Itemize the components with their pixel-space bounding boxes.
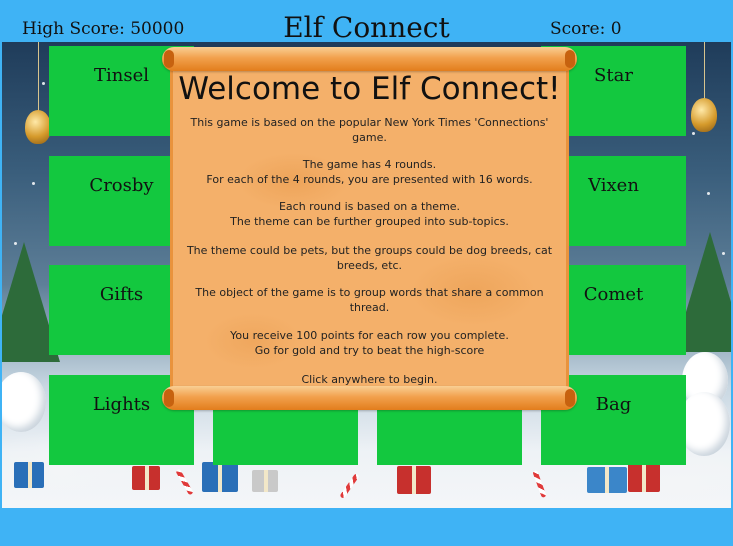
modal-rounds-detail-text: For each of the 4 rounds, you are presen… — [206, 173, 533, 186]
bottom-bar — [0, 508, 733, 546]
ornament-lantern — [25, 110, 51, 144]
gift-icon — [132, 466, 160, 490]
score-label: Score: 0 — [550, 19, 622, 39]
gift-icon — [252, 470, 278, 492]
top-bar: High Score: 50000 Elf Connect Score: 0 — [0, 0, 733, 44]
modal-objective-text: The object of the game is to group words… — [195, 286, 544, 314]
gift-icon — [14, 462, 44, 488]
modal-points-text: You receive 100 points for each row you … — [230, 329, 509, 342]
modal-title: Welcome to Elf Connect! — [178, 71, 561, 107]
gift-icon — [587, 467, 627, 493]
ornament-lantern — [691, 98, 717, 132]
click-to-begin-text[interactable]: Click anywhere to begin. — [162, 373, 577, 386]
gift-icon — [397, 466, 431, 494]
snowflake — [42, 82, 45, 85]
game-title: Elf Connect — [283, 11, 450, 44]
modal-intro-text: This game is based on the popular New Yo… — [190, 116, 549, 144]
candy-cane-icon — [339, 473, 360, 499]
candy-cane-icon — [532, 469, 547, 499]
modal-rounds-text: The game has 4 rounds. — [302, 158, 437, 171]
welcome-modal[interactable]: Welcome to Elf Connect! This game is bas… — [162, 47, 577, 410]
modal-theme-text: Each round is based on a theme. — [278, 200, 461, 213]
gift-icon — [202, 462, 238, 492]
candy-cane-icon — [175, 468, 194, 496]
modal-example-text: The theme could be pets, but the groups … — [186, 244, 553, 272]
snowflake — [32, 182, 35, 185]
snowflake — [707, 192, 710, 195]
modal-goal-text: Go for gold and try to beat the high-sco… — [254, 344, 485, 357]
scroll-top-roll — [162, 47, 577, 71]
modal-theme-subtext: The theme can be further grouped into su… — [230, 215, 509, 228]
snowflake — [692, 132, 695, 135]
snowman-icon — [2, 372, 46, 432]
scroll-bottom-roll — [162, 386, 577, 410]
